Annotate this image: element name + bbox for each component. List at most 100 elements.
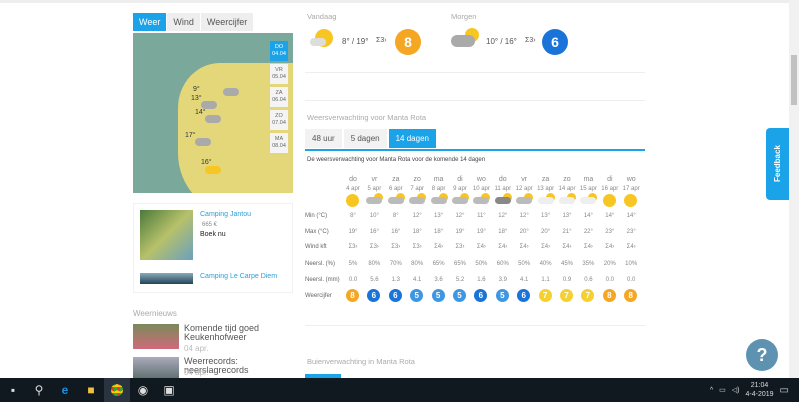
day-cell: wo (476, 176, 486, 183)
max-cell: 21° (562, 229, 572, 235)
map-day[interactable]: ZA 06.04 (270, 87, 288, 107)
search-icon[interactable]: ⚲ (26, 378, 52, 402)
start-icon[interactable]: ▪ (0, 378, 26, 402)
cloud-icon (205, 115, 221, 123)
tab-wind[interactable]: Wind (167, 13, 200, 31)
divider (305, 325, 645, 326)
today-rating: 8 (395, 29, 421, 55)
camping-image[interactable] (140, 210, 193, 260)
pct-cell: 65% (432, 261, 445, 267)
wind-icon: Σ4› (562, 244, 572, 250)
date-cell: 4 apr (346, 186, 360, 192)
map-day[interactable]: ZO 07.04 (270, 110, 288, 130)
tab-weercijfer[interactable]: Weercijfer (200, 13, 254, 31)
pct-cell: 40% (539, 261, 552, 267)
sun-icon (346, 194, 359, 207)
min-cell: 8° (350, 213, 356, 219)
news-item[interactable]: Komende tijd goed Keukenhofweer 04 apr. (133, 324, 298, 354)
book-now-link[interactable]: Boek nu (200, 231, 226, 238)
map-day-selector: DO 04.04 VR 05.04 ZA 06.04 ZO 07.04 MA 08.04 (270, 41, 288, 153)
day-cell: di (607, 176, 613, 183)
rain-cloud-icon (452, 197, 468, 204)
notifications-icon[interactable]: ▭ (780, 385, 789, 396)
row-label-max: Max (°C) (305, 229, 329, 235)
day-cell: do (498, 176, 507, 183)
scrollbar-thumb[interactable] (791, 55, 797, 105)
min-cell: 14° (626, 213, 636, 219)
tab-weer[interactable]: Weer (133, 13, 167, 31)
feedback-button[interactable]: Feedback (766, 128, 789, 200)
camping-image[interactable] (140, 273, 193, 284)
news-date: 04 apr. (184, 368, 209, 377)
mm-cell: 5.2 (455, 277, 465, 283)
map-temp: 9° (193, 86, 200, 93)
rain-cloud-icon (366, 197, 383, 204)
wind-icon: Σ4› (434, 244, 444, 250)
row-label-pct: Neersl. (%) (305, 261, 336, 267)
max-cell: 16° (391, 229, 401, 235)
forecast-subtitle: De weersverwachting voor Manta Rota voor… (307, 157, 486, 163)
cloud-icon (559, 197, 575, 204)
app-icon[interactable]: ▣ (156, 378, 182, 402)
wind-icon: Σ4› (476, 244, 486, 250)
row-label-rating: Weercijfer (305, 293, 332, 299)
pct-cell: 70% (389, 261, 402, 267)
date-cell: 11 apr (494, 186, 512, 192)
chrome-icon[interactable] (104, 378, 130, 402)
chevron-up-icon[interactable]: ^ (710, 387, 713, 394)
news-image (133, 324, 179, 349)
date-cell: 7 apr (410, 186, 425, 192)
help-button[interactable]: ? (746, 339, 778, 371)
max-cell: 20° (541, 229, 551, 235)
day-cell: do (349, 176, 357, 183)
camping-link[interactable]: Camping Le Carpe Diem (200, 273, 277, 280)
clock[interactable]: 21:04 4-4-2019 (746, 381, 774, 399)
min-cell: 13° (562, 213, 572, 219)
volume-icon[interactable]: ◁) (732, 386, 740, 394)
tab-48-uur[interactable]: 48 uur (305, 129, 342, 148)
mm-cell: 5.6 (370, 277, 379, 283)
app-icon[interactable]: ◉ (130, 378, 156, 402)
day: DO (274, 44, 284, 50)
wind-icon: Σ3› (348, 244, 358, 250)
map-day[interactable]: VR 05.04 (270, 64, 288, 84)
pct-cell: 60% (496, 261, 509, 267)
rating-badge: 7 (560, 289, 573, 302)
min-cell: 14° (583, 213, 593, 219)
news-date: 04 apr. (184, 344, 209, 353)
battery-icon[interactable]: ▭ (719, 386, 726, 394)
news-item[interactable]: Weerrecords: neerslagrecords 04 apr. (133, 357, 298, 382)
row-label-mm: Neersl. (mm) (305, 277, 340, 283)
day-cell: za (541, 176, 550, 183)
pct-cell: 65% (453, 261, 466, 267)
weather-map[interactable]: 9° 13° 14° 17° 16° DO 04.04 VR 05.04 ZA 06.… (133, 33, 293, 193)
map-temp: 16° (201, 159, 212, 166)
edge-icon[interactable]: e (52, 378, 78, 402)
min-cell: 13° (434, 213, 444, 219)
rain-cloud-icon (430, 197, 447, 204)
scrollbar[interactable] (789, 0, 799, 378)
max-cell: 22° (583, 229, 593, 235)
day-cell: ma (583, 176, 594, 183)
tab-5-dagen[interactable]: 5 dagen (343, 129, 387, 148)
camping-link[interactable]: Camping Jantou (200, 211, 251, 218)
max-cell: 19° (455, 229, 465, 235)
system-tray: ^ ▭ ◁) 21:04 4-4-2019 ▭ (710, 378, 799, 402)
forecast-title: Weersverwachting voor Manta Rota (307, 113, 427, 122)
date-cell: 8 apr (431, 186, 446, 192)
max-cell: 19° (476, 229, 486, 235)
date-cell: 13 apr (537, 186, 555, 192)
wind-icon: Σ3› (525, 37, 536, 44)
sun-icon (624, 194, 638, 207)
pct-cell: 10% (625, 261, 638, 267)
map-day[interactable]: MA 08.04 (270, 133, 288, 153)
day: MA (274, 136, 284, 142)
file-explorer-icon[interactable]: ■ (78, 378, 104, 402)
tab-14-dagen[interactable]: 14 dagen (388, 129, 436, 148)
tomorrow-temps: 10° / 16° (486, 37, 517, 46)
mm-cell: 3.6 (434, 277, 443, 283)
tomorrow-rating: 6 (542, 29, 568, 55)
map-day[interactable]: DO 04.04 (270, 41, 288, 61)
news-title[interactable]: Komende tijd goed Keukenhofweer (184, 324, 294, 342)
min-cell: 12° (412, 213, 422, 219)
